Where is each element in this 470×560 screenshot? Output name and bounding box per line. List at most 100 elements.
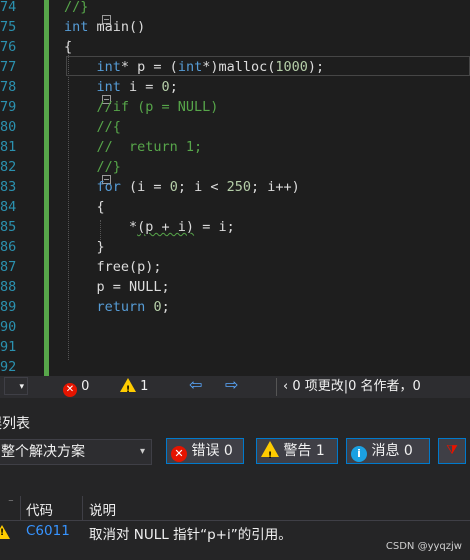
editor-status-bar: ▾ ✕ 0 ! 1 ⇦ ⇨ ‹ 0 项更改|0 名作者，0 bbox=[0, 376, 470, 398]
build-intellisense-filter-button[interactable]: ⧩ bbox=[438, 438, 466, 464]
code-token: 0 bbox=[161, 79, 170, 95]
errors-filter-button[interactable]: ✕ 错误 0 bbox=[166, 438, 244, 464]
warning-icon: ! bbox=[0, 525, 10, 539]
line-number: 83 bbox=[0, 179, 17, 195]
code-token: ; i++) bbox=[251, 179, 300, 195]
column-header-code[interactable]: 代码 bbox=[26, 499, 53, 519]
code-editor[interactable]: 74 75 76 77 78 79 80 81 82 83 84 85 86 87 88 89 90 91 92 /… bbox=[0, 0, 470, 376]
column-header-description[interactable]: 说明 bbox=[89, 499, 116, 519]
navigate-forward-icon[interactable]: ⇨ bbox=[225, 376, 238, 394]
error-code-link[interactable]: C6011 bbox=[26, 523, 70, 539]
code-line[interactable]: { bbox=[64, 197, 324, 217]
codelens-changes[interactable]: ‹ 0 项更改|0 名作者，0 bbox=[276, 378, 470, 396]
filter-icon: ⧩ bbox=[446, 443, 458, 458]
code-line[interactable]: for (i = 0; i < 250; i++) bbox=[64, 177, 324, 197]
code-token: 0 bbox=[169, 179, 178, 195]
change-tracking-bar bbox=[44, 0, 49, 376]
code-line[interactable]: //if (p = NULL) bbox=[64, 97, 324, 117]
chevron-down-icon: ▾ bbox=[139, 446, 145, 457]
errors-filter-label: 错误 0 bbox=[191, 443, 233, 459]
error-description: 取消对 NULL 指针“p+i”的引用。 bbox=[89, 527, 292, 543]
code-line[interactable] bbox=[64, 357, 324, 376]
code-token: * p = ( bbox=[120, 59, 178, 75]
code-line[interactable]: *(p + i) = i; bbox=[64, 217, 324, 237]
code-token: ; bbox=[161, 299, 170, 315]
error-list-header: ⁻ 代码 说明 bbox=[0, 496, 470, 521]
code-line[interactable]: // return 1; bbox=[64, 137, 324, 157]
zoom-dropdown[interactable]: ▾ bbox=[4, 377, 28, 395]
scope-select-value: 整个解决方案 bbox=[1, 444, 85, 460]
line-number: 86 bbox=[0, 239, 17, 255]
error-icon: ✕ bbox=[171, 446, 187, 462]
line-number: 88 bbox=[0, 279, 17, 295]
code-line[interactable]: { bbox=[64, 37, 324, 57]
code-token: 1000 bbox=[275, 59, 308, 75]
code-token: int bbox=[177, 59, 203, 75]
code-token: 250 bbox=[226, 179, 251, 195]
code-token: //if (p = NULL) bbox=[64, 99, 219, 115]
code-line[interactable]: return 0; bbox=[64, 297, 324, 317]
line-number: 79 bbox=[0, 99, 17, 115]
code-line[interactable]: //{ bbox=[64, 117, 324, 137]
navigate-back-icon[interactable]: ⇦ bbox=[189, 376, 202, 394]
line-number: 80 bbox=[0, 119, 17, 135]
code-line[interactable] bbox=[64, 337, 324, 357]
warning-count-indicator[interactable]: ! 1 bbox=[120, 378, 148, 396]
error-list-panel: 误列表 整个解决方案 ▾ ✕ 错误 0 ! 警告 1 i 消息 0 ⧩ ⁻ 代码… bbox=[0, 408, 470, 560]
messages-filter-label: 消息 0 bbox=[371, 443, 413, 459]
line-number: 78 bbox=[0, 79, 17, 95]
code-text[interactable]: //} int main(){ int* p = (int*)malloc(100… bbox=[64, 0, 324, 376]
code-token: 0 bbox=[153, 299, 162, 315]
line-number: 76 bbox=[0, 39, 17, 55]
error-count: 0 bbox=[81, 379, 90, 394]
code-token: //{ bbox=[64, 119, 121, 135]
warning-count: 1 bbox=[140, 379, 149, 394]
code-token: int bbox=[96, 79, 121, 95]
code-token: // return 1; bbox=[64, 139, 203, 155]
code-line[interactable]: int* p = (int*)malloc(1000); bbox=[64, 57, 325, 77]
code-token: int bbox=[64, 19, 89, 35]
code-token: int bbox=[96, 59, 121, 75]
line-number: 90 bbox=[0, 319, 17, 335]
chevron-left-icon: ‹ bbox=[283, 379, 289, 394]
chevron-down-icon: ▾ bbox=[19, 382, 24, 392]
code-token: * bbox=[64, 219, 138, 235]
code-token: ); bbox=[307, 59, 325, 75]
messages-filter-button[interactable]: i 消息 0 bbox=[346, 438, 430, 464]
code-token: (i = bbox=[120, 179, 170, 195]
code-token: free(p); bbox=[64, 259, 162, 275]
code-line[interactable]: free(p); bbox=[64, 257, 324, 277]
code-line[interactable]: p = NULL; bbox=[64, 277, 324, 297]
warnings-filter-button[interactable]: ! 警告 1 bbox=[256, 438, 338, 464]
code-token: { bbox=[64, 199, 105, 215]
line-number: 92 bbox=[0, 359, 17, 375]
line-number: 84 bbox=[0, 199, 17, 215]
outlining-margin bbox=[50, 0, 111, 376]
code-line[interactable]: int main() bbox=[64, 17, 324, 37]
code-line[interactable]: //} bbox=[64, 0, 324, 17]
line-number: 91 bbox=[0, 339, 17, 355]
line-number: 74 bbox=[0, 0, 17, 15]
panel-splitter[interactable] bbox=[0, 398, 470, 408]
error-count-indicator[interactable]: ✕ 0 bbox=[63, 378, 90, 397]
code-token: return bbox=[96, 299, 146, 315]
line-number: 77 bbox=[0, 59, 17, 75]
panel-title: 误列表 bbox=[0, 416, 30, 432]
error-icon: ✕ bbox=[63, 383, 77, 397]
code-token: main() bbox=[88, 19, 146, 35]
info-icon: i bbox=[351, 446, 367, 462]
scope-select[interactable]: 整个解决方案 ▾ bbox=[0, 439, 152, 465]
code-line[interactable] bbox=[64, 317, 324, 337]
code-line[interactable]: int i = 0; bbox=[64, 77, 324, 97]
line-number: 89 bbox=[0, 299, 17, 315]
watermark: CSDN @yyqzjw bbox=[385, 541, 462, 552]
column-divider bbox=[82, 496, 83, 520]
code-line[interactable]: //} bbox=[64, 157, 324, 177]
code-token: p = NULL; bbox=[64, 279, 170, 295]
code-line[interactable]: } bbox=[64, 237, 324, 257]
code-token: } bbox=[64, 239, 105, 255]
code-token: i = bbox=[120, 79, 162, 95]
